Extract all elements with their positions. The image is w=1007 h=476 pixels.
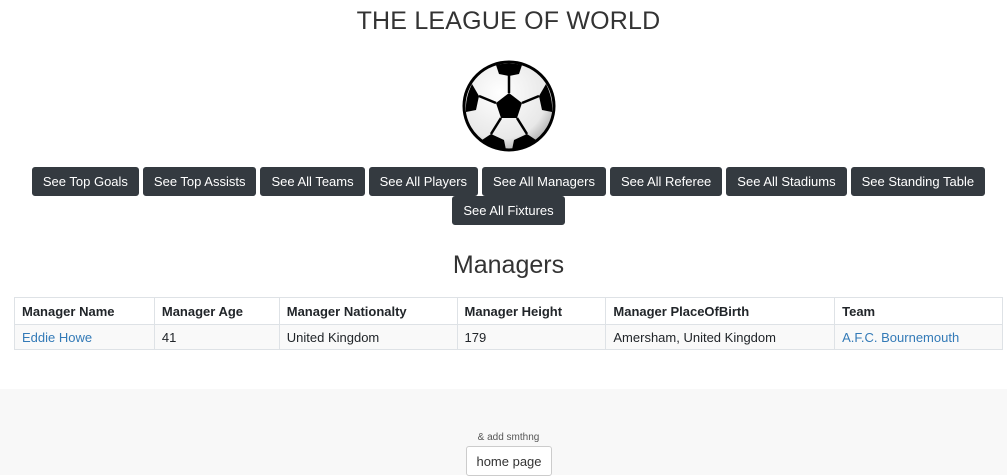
see-all-teams-button[interactable]: See All Teams [260, 167, 365, 196]
main-content: THE LEAGUE OF WORLD See Top Goals See To… [0, 0, 1007, 389]
column-header-manager-age: Manager Age [153, 297, 280, 325]
section-title: Managers [452, 251, 565, 279]
cell-team: A.F.C. Bournemouth [834, 324, 1003, 350]
footer-text: & add smthng [477, 432, 540, 443]
table-header-row: Manager Name Manager Age Manager Nationa… [14, 297, 1003, 325]
cell-manager-place-of-birth: Amersham, United Kingdom [605, 324, 836, 350]
manager-name-link[interactable]: Eddie Howe [22, 330, 92, 345]
see-all-managers-button[interactable]: See All Managers [482, 167, 606, 196]
cell-manager-nationality: United Kingdom [278, 324, 458, 350]
navigation-buttons: See Top Goals See Top Assists See All Te… [0, 167, 1007, 225]
cell-manager-name: Eddie Howe [14, 324, 155, 350]
column-header-manager-name: Manager Name [14, 297, 155, 325]
home-page-button[interactable]: home page [466, 446, 552, 476]
managers-table: Manager Name Manager Age Manager Nationa… [14, 297, 1003, 350]
see-standing-table-button[interactable]: See Standing Table [850, 167, 986, 196]
cell-manager-age: 41 [153, 324, 280, 350]
soccer-ball-icon [462, 60, 556, 152]
see-top-assists-button[interactable]: See Top Assists [142, 167, 257, 196]
see-top-goals-button[interactable]: See Top Goals [31, 167, 139, 196]
cell-manager-height: 179 [456, 324, 607, 350]
see-all-players-button[interactable]: See All Players [368, 167, 479, 196]
column-header-team: Team [834, 297, 1003, 325]
site-title: THE LEAGUE OF WORLD [356, 7, 661, 35]
column-header-manager-place-of-birth: Manager PlaceOfBirth [605, 297, 836, 325]
team-link[interactable]: A.F.C. Bournemouth [842, 330, 959, 345]
see-all-referee-button[interactable]: See All Referee [609, 167, 723, 196]
see-all-stadiums-button[interactable]: See All Stadiums [726, 167, 847, 196]
footer: & add smthng home page [0, 389, 1007, 476]
column-header-manager-nationality: Manager Nationalty [278, 297, 458, 325]
column-header-manager-height: Manager Height [456, 297, 607, 325]
table-row: Eddie Howe 41 United Kingdom 179 Amersha… [14, 324, 1003, 350]
see-all-fixtures-button[interactable]: See All Fixtures [452, 196, 565, 225]
